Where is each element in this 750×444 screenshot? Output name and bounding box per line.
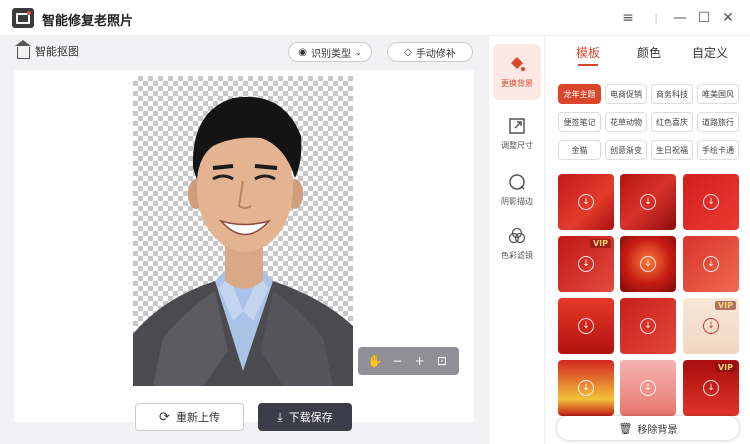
- recognize-type-dropdown[interactable]: ◉ 识别类型 ⌄: [288, 42, 372, 62]
- template-thumbnail[interactable]: ↓: [558, 298, 614, 354]
- download-icon: ↓: [640, 380, 656, 396]
- minimize-button[interactable]: —: [670, 8, 690, 28]
- download-icon: ↓: [703, 380, 719, 396]
- tool-label: 色彩滤镜: [501, 251, 533, 260]
- panel-tabs: 模板 颜色 自定义: [545, 36, 750, 68]
- tool-resize[interactable]: 调整尺寸: [493, 106, 541, 162]
- template-panel: 模板 颜色 自定义 龙年主题 电商促销 商务科技 唯美国风 便签笔记 花草动物 …: [544, 36, 750, 444]
- tag-gold-cat[interactable]: 金猫: [558, 140, 601, 160]
- tool-label: 调整尺寸: [501, 141, 533, 150]
- template-thumbnail[interactable]: ↓: [620, 360, 676, 416]
- template-thumbnail[interactable]: ↓: [683, 236, 739, 292]
- remove-background-button[interactable]: 🗑 移除背景: [557, 416, 739, 440]
- tool-label: 更换背景: [501, 79, 533, 88]
- template-thumbnail[interactable]: ↓: [620, 298, 676, 354]
- portrait-image: [133, 96, 353, 386]
- smart-cutout-link[interactable]: 智能抠图: [15, 39, 79, 59]
- template-thumbnail[interactable]: VIP ↓: [683, 360, 739, 416]
- vip-badge: VIP: [714, 301, 736, 310]
- template-thumbnail[interactable]: ↓: [683, 174, 739, 230]
- home-icon: [15, 39, 31, 59]
- vip-badge: VIP: [589, 239, 611, 248]
- tag-birthday[interactable]: 生日祝福: [651, 140, 693, 160]
- shadow-stroke-icon: [509, 174, 525, 190]
- download-icon: ↓: [703, 318, 719, 334]
- hand-icon[interactable]: ✋: [367, 353, 383, 369]
- tab-custom[interactable]: 自定义: [692, 44, 728, 61]
- tag-gradient[interactable]: 创意渐变: [605, 140, 647, 160]
- download-icon: ↓: [578, 318, 594, 334]
- template-thumbnail[interactable]: ↓: [558, 174, 614, 230]
- separator-icon: |: [654, 12, 658, 24]
- color-filter-icon: [508, 227, 526, 244]
- download-icon: ↓: [640, 318, 656, 334]
- tag-dragon-year[interactable]: 龙年主题: [558, 84, 601, 104]
- download-icon: ↓: [703, 194, 719, 210]
- fit-screen-icon[interactable]: ⊡: [434, 353, 450, 369]
- download-icon: ↓: [640, 256, 656, 272]
- download-save-button[interactable]: ⤓ 下载保存: [258, 403, 352, 431]
- tag-chinese-style[interactable]: 唯美国风: [697, 84, 739, 104]
- tool-color-filter[interactable]: 色彩滤镜: [493, 216, 541, 272]
- reupload-label: 重新上传: [175, 411, 220, 424]
- app-title: 智能修复老照片: [42, 14, 134, 29]
- recognize-type-label: 识别类型: [311, 48, 352, 60]
- tag-business-tech[interactable]: 商务科技: [651, 84, 693, 104]
- tag-cartoon[interactable]: 手绘卡通: [697, 140, 739, 160]
- template-thumbnail[interactable]: ↓: [558, 360, 614, 416]
- refresh-icon: ⟳: [159, 409, 170, 425]
- vip-badge: VIP: [714, 363, 736, 372]
- cutout-photo[interactable]: [133, 76, 353, 386]
- template-thumbnail[interactable]: ↓: [620, 236, 676, 292]
- title-bar: 智能修复老照片 ≡ | — ☐ ✕: [0, 0, 750, 36]
- resize-icon: [509, 118, 525, 134]
- zoom-out-icon[interactable]: −: [389, 353, 405, 369]
- menu-icon[interactable]: ≡: [618, 8, 638, 28]
- tab-color[interactable]: 颜色: [637, 44, 661, 61]
- tag-road-travel[interactable]: 道路旅行: [697, 112, 739, 132]
- tool-sidebar: 更换背景 调整尺寸 阴影描边 色彩滤镜: [488, 36, 544, 444]
- download-save-label: 下载保存: [288, 411, 333, 424]
- download-icon: ↓: [578, 194, 594, 210]
- tool-change-background[interactable]: 更换背景: [493, 44, 541, 100]
- zoom-toolbar: ✋ − + ⊡: [358, 347, 459, 375]
- paint-bucket-icon: [511, 57, 525, 71]
- template-thumbnail[interactable]: VIP ↓: [683, 298, 739, 354]
- remove-background-label: 移除背景: [637, 424, 678, 436]
- tool-label: 阴影描边: [501, 197, 533, 206]
- manual-fix-label: 手动修补: [415, 48, 456, 60]
- download-icon: ↓: [640, 194, 656, 210]
- tag-ecommerce[interactable]: 电商促销: [605, 84, 647, 104]
- trash-icon: 🗑: [618, 421, 633, 435]
- download-icon: ↓: [578, 256, 594, 272]
- tag-red-festive[interactable]: 红色喜庆: [651, 112, 693, 132]
- tag-notes[interactable]: 便签笔记: [558, 112, 601, 132]
- maximize-button[interactable]: ☐: [694, 8, 714, 28]
- download-icon: ⤓: [277, 409, 283, 424]
- zoom-in-icon[interactable]: +: [412, 353, 428, 369]
- template-thumbnail[interactable]: ↓: [620, 174, 676, 230]
- reupload-button[interactable]: ⟳ 重新上传: [135, 403, 244, 431]
- template-thumbnail[interactable]: VIP ↓: [558, 236, 614, 292]
- download-icon: ↓: [578, 380, 594, 396]
- download-icon: ↓: [703, 256, 719, 272]
- close-button[interactable]: ✕: [718, 8, 738, 28]
- app-logo-icon: [12, 8, 34, 28]
- tab-underline: [578, 64, 598, 66]
- smart-cutout-label: 智能抠图: [35, 45, 79, 58]
- eraser-icon: ◇: [404, 46, 412, 58]
- tag-flowers-animals[interactable]: 花草动物: [605, 112, 647, 132]
- manual-fix-button[interactable]: ◇ 手动修补: [387, 42, 473, 62]
- eye-icon: ◉: [298, 46, 308, 58]
- tab-template[interactable]: 模板: [576, 44, 600, 61]
- tool-shadow-stroke[interactable]: 阴影描边: [493, 162, 541, 218]
- chevron-down-icon: ⌄: [355, 47, 362, 57]
